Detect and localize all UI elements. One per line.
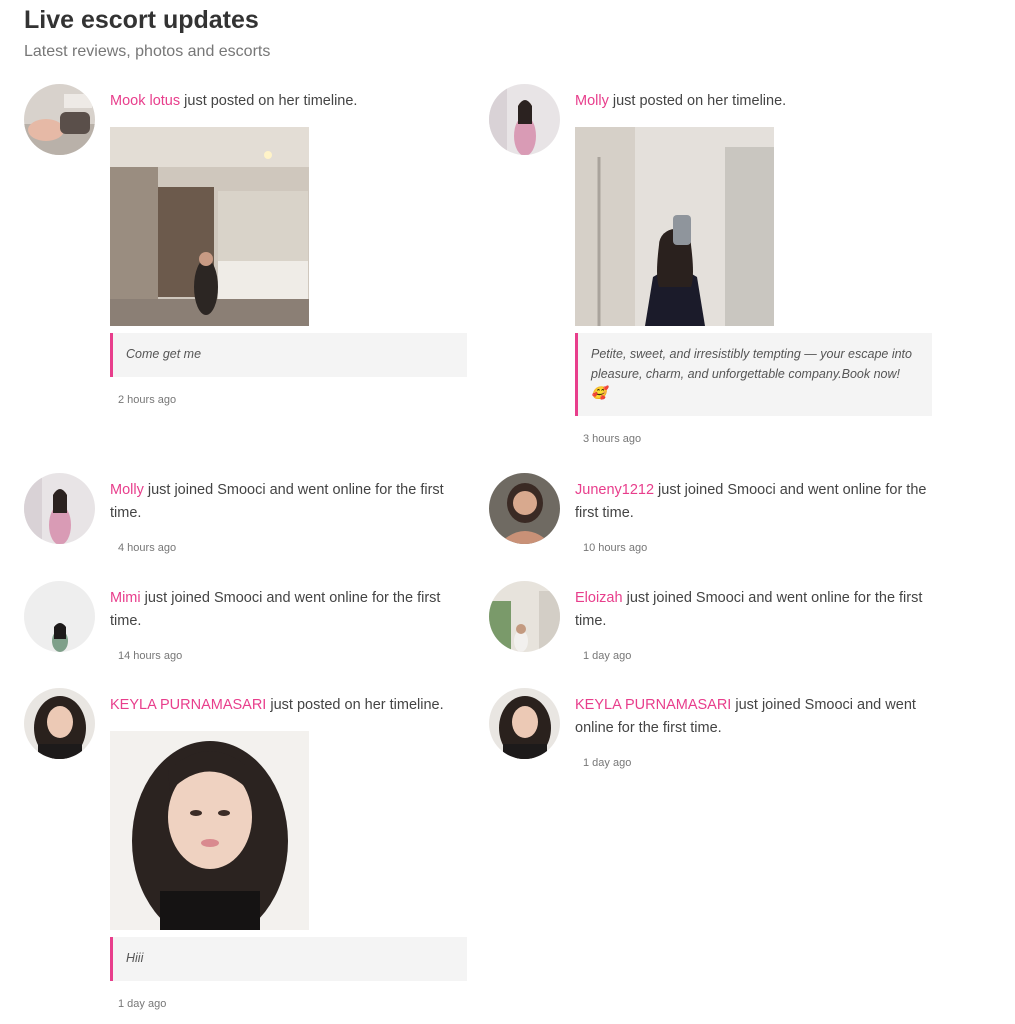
timeline-photo[interactable]: [110, 731, 309, 930]
escort-name-link[interactable]: Juneny1212: [575, 482, 654, 498]
activity-text: Molly just joined Smooci and went online…: [110, 482, 444, 521]
timeline-photo[interactable]: [110, 127, 309, 326]
avatar[interactable]: [24, 84, 95, 155]
avatar[interactable]: [24, 581, 95, 652]
timestamp: 4 hours ago: [118, 542, 177, 554]
timestamp: 10 hours ago: [583, 542, 648, 554]
activity-text: Juneny1212 just joined Smooci and went o…: [575, 482, 927, 521]
escort-name-link[interactable]: KEYLA PURNAMASARI: [110, 697, 266, 713]
timestamp: 2 hours ago: [118, 393, 177, 406]
activity-text: Eloizah just joined Smooci and went onli…: [575, 590, 923, 629]
avatar[interactable]: [489, 84, 560, 155]
timestamp: 3 hours ago: [583, 432, 642, 445]
activity-text: Mimi just joined Smooci and went online …: [110, 590, 441, 629]
avatar[interactable]: [489, 688, 560, 759]
post-caption: Hiii: [110, 937, 467, 981]
escort-name-link[interactable]: KEYLA PURNAMASARI: [575, 697, 731, 713]
timestamp: 1 day ago: [118, 997, 167, 1010]
avatar[interactable]: [489, 473, 560, 544]
escort-name-link[interactable]: Eloizah: [575, 590, 623, 606]
timestamp: 1 day ago: [583, 757, 632, 769]
post-caption: Petite, sweet, and irresistibly tempting…: [575, 333, 932, 416]
escort-name-link[interactable]: Molly: [110, 482, 144, 498]
timestamp: 1 day ago: [583, 650, 632, 662]
escort-name-link[interactable]: Mimi: [110, 590, 141, 606]
avatar[interactable]: [489, 581, 560, 652]
escort-name-link[interactable]: Molly: [575, 93, 609, 109]
avatar[interactable]: [24, 473, 95, 544]
avatar[interactable]: [24, 688, 95, 759]
timestamp: 14 hours ago: [118, 650, 183, 662]
activity-text: Mook lotus just posted on her timeline.: [110, 93, 358, 109]
escort-name-link[interactable]: Mook lotus: [110, 93, 180, 109]
timeline-photo[interactable]: [575, 127, 774, 326]
activity-feed: Mook lotus just posted on her timeline. …: [0, 0, 1015, 1024]
activity-text: KEYLA PURNAMASARI just posted on her tim…: [110, 697, 444, 713]
post-caption: Come get me: [110, 333, 467, 377]
activity-text: Molly just posted on her timeline.: [575, 93, 787, 109]
activity-text: KEYLA PURNAMASARI just joined Smooci and…: [575, 697, 916, 736]
